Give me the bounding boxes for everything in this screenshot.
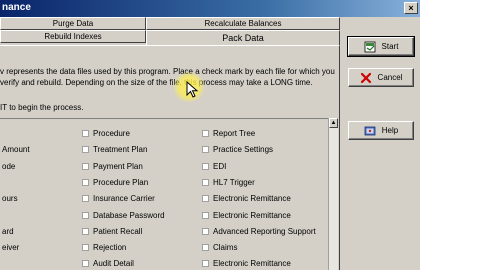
description-text: v represents the data files used by this…	[0, 66, 338, 88]
help-book-icon	[364, 126, 376, 135]
file-checkbox[interactable]	[82, 130, 89, 137]
file-checkbox[interactable]	[202, 244, 209, 252]
file-checkbox[interactable]	[82, 227, 89, 235]
file-checkbox[interactable]	[82, 260, 89, 268]
tab-recalculate-balances-label: Recalculate Balances	[204, 19, 282, 28]
file-checkbox[interactable]	[202, 130, 209, 137]
file-checkbox[interactable]	[82, 195, 89, 203]
file-item-label: EDI	[213, 161, 227, 171]
file-item-label: Procedure Plan	[93, 177, 149, 187]
tab-rebuild-indexes-label: Rebuild Indexes	[44, 32, 102, 41]
file-checkbox[interactable]	[82, 211, 89, 219]
file-item-label: Report Tree	[213, 129, 256, 138]
file-item-label: Amount	[2, 145, 30, 155]
file-checkbox[interactable]	[202, 260, 209, 268]
scroll-up-arrow-icon[interactable]: ▲	[329, 118, 338, 128]
cancel-button[interactable]: Cancel	[348, 68, 414, 87]
file-item-label: Treatment Plan	[93, 145, 148, 155]
background-strip	[420, 0, 480, 270]
cancel-x-icon	[360, 72, 371, 83]
file-item-label: Database Password	[93, 210, 165, 220]
start-icon	[364, 41, 375, 52]
list-scrollbar[interactable]: ▲	[328, 118, 338, 270]
file-item-label: Electronic Remittance	[213, 259, 291, 269]
file-item-label: ours	[2, 194, 18, 204]
file-item-label: ode	[2, 161, 16, 171]
file-checkbox[interactable]	[202, 195, 209, 203]
file-item-label: HL7 Trigger	[213, 177, 255, 187]
file-item-label: Payment Plan	[93, 161, 143, 171]
window-title: nance	[2, 2, 31, 13]
file-checkbox[interactable]	[202, 146, 209, 154]
close-icon: ×	[408, 3, 414, 13]
start-hint-text: IT to begin the process.	[0, 103, 84, 112]
description-line-2: verify and rebuild. Depending on the siz…	[0, 78, 313, 87]
file-item-label: Claims	[213, 243, 238, 253]
help-button[interactable]: Help	[348, 121, 414, 140]
tab-purge-data-label: Purge Data	[52, 19, 94, 28]
file-item-label: Procedure	[93, 129, 130, 138]
file-item-label: Rejection	[93, 243, 127, 253]
file-checkbox[interactable]	[202, 162, 209, 170]
file-item-label: Advanced Reporting Support	[213, 226, 316, 236]
tab-pack-data-label: Pack Data	[222, 33, 264, 43]
file-checkbox[interactable]	[202, 178, 209, 186]
close-button[interactable]: ×	[404, 2, 418, 14]
file-checkbox[interactable]	[202, 211, 209, 219]
start-button[interactable]: Start	[347, 36, 415, 57]
cancel-button-label: Cancel	[377, 73, 403, 82]
file-item-label: Electronic Remittance	[213, 210, 291, 220]
tab-rebuild-indexes[interactable]: Rebuild Indexes	[0, 30, 146, 43]
title-bar: nance ×	[0, 0, 480, 17]
tab-pack-data[interactable]: Pack Data	[146, 30, 340, 45]
description-line-1: v represents the data files used by this…	[0, 67, 335, 76]
file-checkbox[interactable]	[82, 162, 89, 170]
file-item-label: ard	[2, 226, 14, 236]
file-item-label: Insurance Carrier	[93, 194, 155, 204]
file-checkbox[interactable]	[82, 244, 89, 252]
file-item-label: Electronic Remittance	[213, 194, 291, 204]
tab-purge-data[interactable]: Purge Data	[0, 17, 146, 30]
help-button-label: Help	[381, 126, 399, 135]
file-checkbox[interactable]	[82, 178, 89, 186]
file-item-label: Practice Settings	[213, 145, 274, 155]
file-item-label: Patient Recall	[93, 226, 143, 236]
mouse-pointer-icon	[186, 81, 199, 98]
tab-recalculate-balances[interactable]: Recalculate Balances	[146, 17, 340, 30]
file-item-label: Audit Detail	[93, 259, 134, 269]
file-item-label: eiver	[2, 243, 20, 253]
start-button-label: Start	[381, 42, 399, 51]
file-checkbox[interactable]	[82, 146, 89, 154]
file-checkbox[interactable]	[202, 227, 209, 235]
